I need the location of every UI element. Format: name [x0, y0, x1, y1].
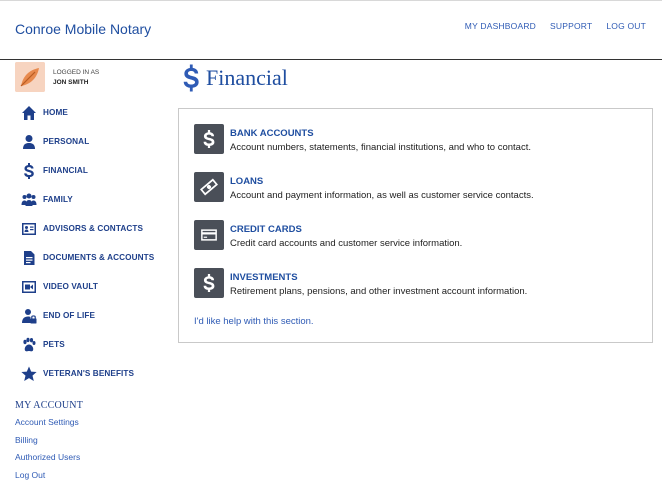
financial-panel: BANK ACCOUNTS Account numbers, statement…	[178, 108, 653, 343]
logged-in-label: LOGGED IN AS	[53, 69, 100, 76]
sidebar-item-advisors-contacts[interactable]: ADVISORS & CONTACTS	[20, 214, 170, 243]
sidebar-item-veterans-benefits[interactable]: VETERAN'S BENEFITS	[20, 359, 170, 388]
investments-description: Retirement plans, pensions, and other in…	[230, 286, 528, 297]
log-out-link[interactable]: LOG OUT	[606, 21, 646, 31]
document-icon	[20, 249, 38, 267]
video-camera-icon	[20, 278, 38, 296]
top-bar: Conroe Mobile Notary MY DASHBOARD SUPPOR…	[0, 0, 662, 60]
sidebar-item-label: PERSONAL	[43, 137, 90, 146]
star-icon	[20, 365, 38, 383]
my-account-title: MY ACCOUNT	[15, 400, 84, 411]
sidebar-item-documents-accounts[interactable]: DOCUMENTS & ACCOUNTS	[20, 243, 170, 272]
help-link[interactable]: I'd like help with this section.	[194, 316, 314, 327]
sidebar-item-family[interactable]: FAMILY	[20, 185, 170, 214]
brand-name[interactable]: Conroe Mobile Notary	[15, 21, 151, 37]
section-bank-accounts: BANK ACCOUNTS Account numbers, statement…	[194, 124, 634, 156]
sidebar-item-video-vault[interactable]: VIDEO VAULT	[20, 272, 170, 301]
sidebar: LOGGED IN AS JON SMITH HOME PERSONAL FIN…	[0, 60, 170, 497]
sidebar-item-home[interactable]: HOME	[20, 98, 170, 127]
authorized-users-link[interactable]: Authorized Users	[15, 452, 83, 470]
contact-card-icon	[20, 220, 38, 238]
paw-icon	[20, 336, 38, 354]
sidebar-item-label: ADVISORS & CONTACTS	[43, 224, 144, 233]
section-credit-cards: CREDIT CARDS Credit card accounts and cu…	[194, 220, 634, 252]
dollar-icon	[182, 64, 200, 92]
support-link[interactable]: SUPPORT	[550, 21, 592, 31]
user-name: JON SMITH	[53, 79, 89, 86]
bank-accounts-description: Account numbers, statements, financial i…	[230, 142, 531, 153]
section-investments: INVESTMENTS Retirement plans, pensions, …	[194, 268, 634, 300]
section-loans: LOANS Account and payment information, a…	[194, 172, 634, 204]
avatar	[15, 62, 45, 92]
sidebar-item-end-of-life[interactable]: END OF LIFE	[20, 301, 170, 330]
sidebar-item-personal[interactable]: PERSONAL	[20, 127, 170, 156]
dollar-icon	[20, 162, 38, 180]
person-lock-icon	[20, 307, 38, 325]
dollar-icon[interactable]	[194, 124, 224, 154]
page-title-text: Financial	[206, 65, 288, 90]
credit-cards-link[interactable]: CREDIT CARDS	[230, 224, 302, 235]
leaf-avatar-icon	[15, 62, 45, 92]
page-title: Financial	[182, 64, 288, 92]
top-nav: MY DASHBOARD SUPPORT LOG OUT	[465, 21, 646, 31]
loans-link[interactable]: LOANS	[230, 176, 263, 187]
user-info: LOGGED IN AS JON SMITH	[15, 62, 165, 92]
sidebar-item-pets[interactable]: PETS	[20, 330, 170, 359]
investments-link[interactable]: INVESTMENTS	[230, 272, 298, 283]
sidebar-item-label: PETS	[43, 340, 65, 349]
family-icon	[20, 191, 38, 209]
sidebar-nav: HOME PERSONAL FINANCIAL FAMILY ADVISORS …	[20, 98, 170, 388]
sidebar-item-label: FAMILY	[43, 195, 73, 204]
sidebar-item-label: HOME	[43, 108, 68, 117]
my-account-section: MY ACCOUNT Account Settings Billing Auth…	[15, 400, 83, 487]
money-bill-icon[interactable]	[194, 172, 224, 202]
loans-description: Account and payment information, as well…	[230, 190, 534, 201]
sidebar-item-label: FINANCIAL	[43, 166, 89, 175]
dollar-icon[interactable]	[194, 268, 224, 298]
sidebar-item-label: END OF LIFE	[43, 311, 96, 320]
account-settings-link[interactable]: Account Settings	[15, 417, 83, 435]
sidebar-item-label: DOCUMENTS & ACCOUNTS	[43, 253, 155, 262]
sidebar-item-label: VETERAN'S BENEFITS	[43, 369, 135, 378]
sidebar-item-financial[interactable]: FINANCIAL	[20, 156, 170, 185]
person-icon	[20, 133, 38, 151]
bank-accounts-link[interactable]: BANK ACCOUNTS	[230, 128, 314, 139]
home-icon	[20, 104, 38, 122]
credit-card-icon[interactable]	[194, 220, 224, 250]
billing-link[interactable]: Billing	[15, 435, 83, 453]
account-log-out-link[interactable]: Log Out	[15, 470, 83, 488]
my-dashboard-link[interactable]: MY DASHBOARD	[465, 21, 536, 31]
credit-cards-description: Credit card accounts and customer servic…	[230, 238, 463, 249]
sidebar-item-label: VIDEO VAULT	[43, 282, 98, 291]
